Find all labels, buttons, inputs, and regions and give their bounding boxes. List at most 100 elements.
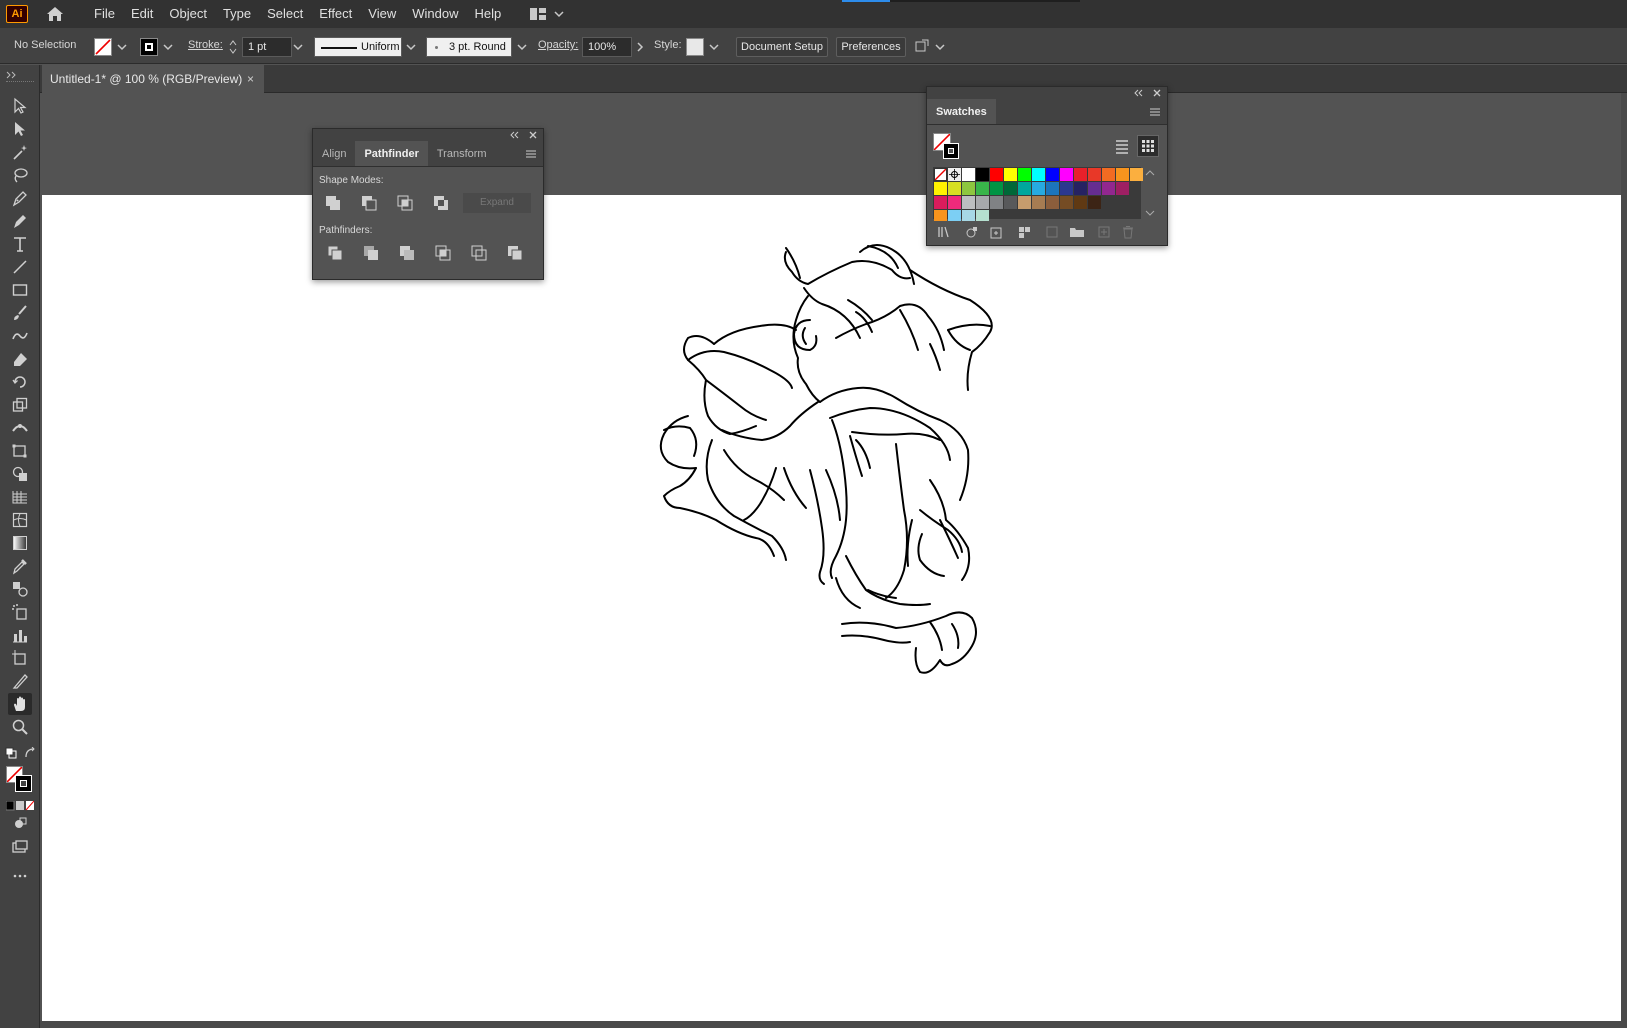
tab-align[interactable]: Align bbox=[313, 141, 355, 166]
swatch-color[interactable] bbox=[1060, 196, 1073, 209]
horizontal-scrollbar[interactable] bbox=[40, 1021, 1627, 1028]
free-transform-tool-icon[interactable] bbox=[8, 440, 32, 462]
swatch-color[interactable] bbox=[1018, 168, 1031, 181]
swatch-color[interactable] bbox=[990, 196, 1003, 209]
brush-definition[interactable]: 3 pt. Round bbox=[426, 37, 512, 57]
menu-view[interactable]: View bbox=[360, 0, 404, 28]
chevron-down-icon[interactable] bbox=[162, 41, 174, 53]
panel-header[interactable] bbox=[313, 129, 543, 141]
rectangle-tool-icon[interactable] bbox=[8, 279, 32, 301]
swatch-color[interactable] bbox=[1074, 182, 1087, 195]
fill-swatch[interactable] bbox=[94, 38, 112, 56]
swatch-color[interactable] bbox=[962, 182, 975, 195]
trash-icon[interactable] bbox=[1121, 225, 1135, 239]
stroke-color-box[interactable] bbox=[15, 775, 32, 792]
swatch-color[interactable] bbox=[1004, 196, 1017, 209]
menu-window[interactable]: Window bbox=[404, 0, 466, 28]
swatch-color[interactable] bbox=[1074, 168, 1087, 181]
more-tools-icon[interactable] bbox=[8, 865, 32, 887]
chevron-down-icon[interactable] bbox=[292, 41, 304, 53]
mesh-tool-icon[interactable] bbox=[8, 509, 32, 531]
swatch-scrollbar[interactable] bbox=[1143, 167, 1157, 219]
swatch-color[interactable] bbox=[1116, 168, 1129, 181]
swatch-color[interactable] bbox=[1018, 196, 1031, 209]
blend-tool-icon[interactable] bbox=[8, 578, 32, 600]
close-icon[interactable] bbox=[529, 131, 537, 139]
menu-select[interactable]: Select bbox=[259, 0, 311, 28]
swatch-color[interactable] bbox=[962, 196, 975, 209]
swatch-color[interactable] bbox=[1004, 182, 1017, 195]
swatch-color[interactable] bbox=[934, 182, 947, 195]
new-folder-icon[interactable] bbox=[1069, 225, 1085, 239]
opacity-label[interactable]: Opacity: bbox=[538, 39, 578, 51]
menu-object[interactable]: Object bbox=[161, 0, 215, 28]
document-tab[interactable]: Untitled-1* @ 100 % (RGB/Preview) × bbox=[42, 65, 264, 93]
minus-front-icon[interactable] bbox=[359, 193, 379, 213]
collapse-panel-icon[interactable] bbox=[1133, 89, 1143, 97]
close-icon[interactable]: × bbox=[247, 65, 254, 93]
new-color-group-icon[interactable] bbox=[1017, 225, 1033, 239]
swatch-color[interactable] bbox=[1130, 168, 1143, 181]
swatch-color[interactable] bbox=[1004, 168, 1017, 181]
menu-effect[interactable]: Effect bbox=[311, 0, 360, 28]
lasso-tool-icon[interactable] bbox=[8, 164, 32, 186]
line-art-illustration[interactable] bbox=[42, 195, 1627, 1021]
color-group-edit-icon[interactable] bbox=[1045, 225, 1059, 239]
draw-mode-icon[interactable] bbox=[8, 813, 32, 835]
swap-fill-stroke-icon[interactable] bbox=[24, 746, 36, 759]
swatch-color[interactable] bbox=[1046, 196, 1059, 209]
collapse-panel-icon[interactable] bbox=[509, 131, 519, 139]
menu-type[interactable]: Type bbox=[215, 0, 259, 28]
width-tool-icon[interactable] bbox=[8, 417, 32, 439]
tab-pathfinder[interactable]: Pathfinder bbox=[355, 141, 428, 166]
minus-back-icon[interactable] bbox=[505, 243, 525, 263]
selection-tool-icon[interactable] bbox=[8, 95, 32, 117]
graphic-style-swatch[interactable] bbox=[686, 38, 704, 56]
chevron-down-icon[interactable] bbox=[708, 41, 720, 53]
swatch-color[interactable] bbox=[1032, 182, 1045, 195]
preferences-button[interactable]: Preferences bbox=[836, 37, 906, 57]
swatch-color[interactable] bbox=[976, 196, 989, 209]
swatch-color[interactable] bbox=[990, 182, 1003, 195]
trim-icon[interactable] bbox=[361, 243, 381, 263]
shaper-tool-icon[interactable] bbox=[8, 325, 32, 347]
swatch-color[interactable] bbox=[1088, 182, 1101, 195]
swatch-color[interactable] bbox=[1060, 182, 1073, 195]
swatch-color[interactable] bbox=[1046, 168, 1059, 181]
swatch-color[interactable] bbox=[1102, 182, 1115, 195]
unite-icon[interactable] bbox=[323, 193, 343, 213]
intersect-icon[interactable] bbox=[395, 193, 415, 213]
swatch-color[interactable] bbox=[1074, 196, 1087, 209]
exclude-icon[interactable] bbox=[431, 193, 451, 213]
crop-icon[interactable] bbox=[433, 243, 453, 263]
type-tool-icon[interactable] bbox=[8, 233, 32, 255]
tab-transform[interactable]: Transform bbox=[428, 141, 496, 166]
swatch-options-icon[interactable] bbox=[989, 225, 1003, 239]
menu-edit[interactable]: Edit bbox=[123, 0, 161, 28]
swatch-color[interactable] bbox=[1088, 196, 1101, 209]
menu-file[interactable]: File bbox=[86, 0, 123, 28]
stroke-swatch[interactable] bbox=[140, 38, 158, 56]
fill-stroke-indicator[interactable] bbox=[933, 133, 963, 163]
rotate-tool-icon[interactable] bbox=[8, 371, 32, 393]
variable-width-profile[interactable]: Uniform bbox=[314, 37, 402, 57]
home-icon[interactable] bbox=[44, 4, 66, 24]
menu-help[interactable]: Help bbox=[466, 0, 509, 28]
swatch-color[interactable] bbox=[1018, 182, 1031, 195]
chevron-right-icon[interactable] bbox=[634, 41, 646, 53]
close-icon[interactable] bbox=[1153, 89, 1161, 97]
vertical-scrollbar[interactable] bbox=[1621, 93, 1627, 1028]
chevron-down-icon[interactable] bbox=[405, 41, 417, 53]
collapse-toolbar-icon[interactable] bbox=[4, 69, 20, 79]
workspace-switcher-icon[interactable] bbox=[529, 7, 565, 21]
swatch-color[interactable] bbox=[1116, 182, 1129, 195]
stroke-stepper[interactable] bbox=[228, 37, 238, 57]
swatch-color[interactable] bbox=[990, 168, 1003, 181]
eyedropper-tool-icon[interactable] bbox=[8, 555, 32, 577]
panel-menu-icon[interactable] bbox=[525, 149, 537, 159]
magic-wand-tool-icon[interactable] bbox=[8, 141, 32, 163]
scale-tool-icon[interactable] bbox=[8, 394, 32, 416]
new-swatch-icon[interactable] bbox=[1097, 225, 1111, 239]
direct-selection-tool-icon[interactable] bbox=[8, 118, 32, 140]
swatch-color[interactable] bbox=[1046, 182, 1059, 195]
